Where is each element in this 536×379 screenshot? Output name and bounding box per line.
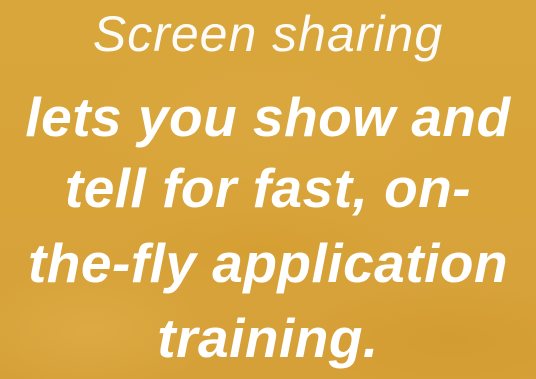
headline-intro: Screen sharing: [92, 6, 444, 62]
headline-line-3: the-fly application: [27, 232, 509, 294]
headline-line-2: tell for fast, on-: [64, 157, 472, 219]
headline-line-4: training.: [157, 307, 379, 369]
headline-line-1: lets you show and: [25, 86, 511, 148]
